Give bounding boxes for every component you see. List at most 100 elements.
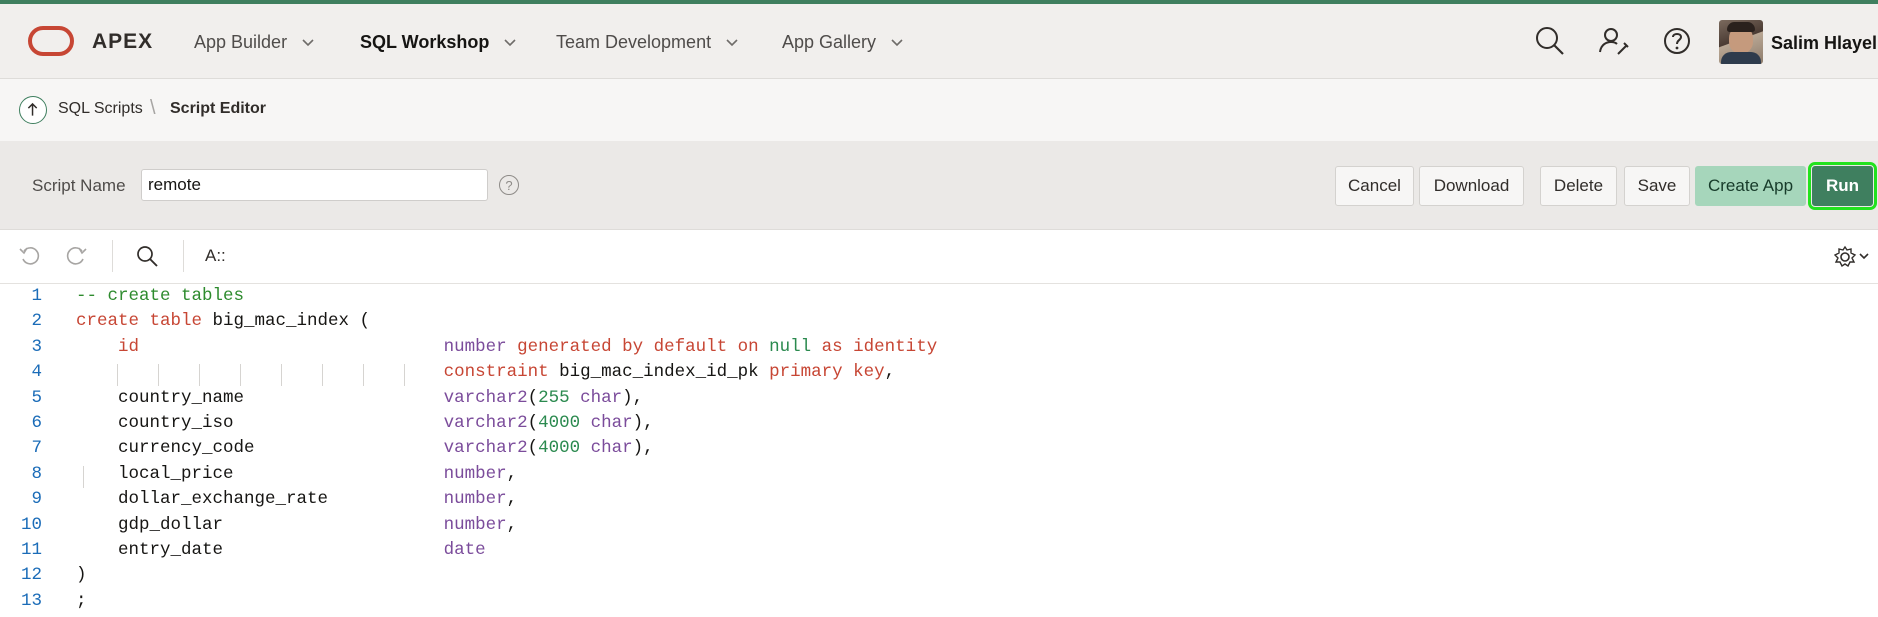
user-name[interactable]: Salim Hlayel: [1771, 33, 1877, 54]
delete-button[interactable]: Delete: [1540, 166, 1617, 206]
code-token: as identity: [811, 336, 938, 357]
code-line: country_iso varchar2(4000 char),: [76, 413, 654, 433]
code-token: number: [443, 489, 507, 510]
code-line: create table big_mac_index (: [76, 311, 370, 331]
breadcrumb-current: Script Editor: [170, 100, 267, 117]
code-token: id: [118, 336, 140, 357]
script-name-label: Script Name: [32, 176, 126, 195]
code-token: number: [443, 514, 507, 535]
help-icon[interactable]: [1660, 24, 1694, 58]
code-token: varchar2: [443, 438, 528, 459]
line-number: 7: [31, 438, 42, 459]
code-token: currency_code: [76, 438, 444, 459]
code-token: big_mac_index (: [202, 311, 371, 332]
code-token: varchar2: [443, 387, 528, 408]
admin-user-icon[interactable]: [1597, 24, 1631, 58]
code-token: date: [443, 540, 486, 560]
code-token: (: [527, 387, 539, 408]
indent-guide: [240, 364, 241, 387]
line-number: 3: [31, 336, 42, 357]
code-line: id number generated by default on null a…: [76, 337, 937, 357]
indent-guide: [117, 364, 118, 387]
code-token: number: [443, 336, 507, 357]
toolbar-divider: [112, 240, 113, 272]
code-token: ,: [506, 514, 518, 535]
code-line: ): [76, 565, 87, 585]
indent-guide: [199, 364, 200, 387]
undo-icon[interactable]: [18, 244, 42, 268]
apex-brand[interactable]: APEX: [92, 30, 153, 54]
code-token: constraint: [443, 362, 549, 383]
code-token: 4000: [538, 413, 581, 433]
chevron-down-icon: [726, 38, 738, 46]
code-token: gdp_dollar: [76, 514, 444, 535]
run-button[interactable]: Run: [1808, 162, 1877, 210]
oracle-logo[interactable]: [28, 26, 74, 56]
format-code-button[interactable]: A::: [205, 246, 226, 266]
breadcrumb-separator: \: [150, 97, 156, 119]
toolbar-divider: [183, 240, 184, 272]
navigate-up-icon[interactable]: [19, 96, 47, 124]
nav-app-gallery[interactable]: App Gallery: [782, 32, 904, 53]
field-help-icon[interactable]: ?: [499, 175, 519, 195]
nav-app-builder[interactable]: App Builder: [194, 32, 315, 53]
line-number: 8: [31, 463, 42, 484]
download-button[interactable]: Download: [1419, 166, 1524, 206]
code-line: country_name varchar2(255 char),: [76, 388, 643, 408]
nav-team-development[interactable]: Team Development: [556, 32, 739, 53]
nav-label: SQL Workshop: [360, 32, 490, 52]
settings-gear-icon[interactable]: [1834, 245, 1874, 269]
nav-label: Team Development: [556, 32, 712, 52]
code-token: ,: [506, 489, 518, 510]
nav-sql-workshop[interactable]: SQL Workshop: [360, 32, 517, 53]
breadcrumb-sql-scripts[interactable]: SQL Scripts: [58, 100, 143, 118]
nav-label: App Builder: [194, 32, 288, 52]
code-editor[interactable]: 1 2 3 4 5 6 7 8 9 10 11 12 13 -- create tables create …: [0, 284, 1878, 617]
nav-label: App Gallery: [782, 32, 877, 52]
avatar[interactable]: [1719, 20, 1763, 64]
code-token: char: [590, 438, 633, 459]
indent-guide: [83, 465, 84, 488]
code-token: country_iso: [76, 413, 444, 433]
app-header: APEX App Builder SQL Workshop Team Devel…: [0, 4, 1878, 79]
find-icon[interactable]: [135, 244, 159, 268]
line-number: 13: [20, 590, 42, 611]
code-token: ;: [76, 590, 87, 611]
redo-icon[interactable]: [64, 244, 88, 268]
code-token: create table: [76, 311, 203, 332]
code-token: (: [527, 413, 539, 433]
code-token: primary key: [769, 362, 885, 383]
code-line: entry_date date: [76, 540, 486, 560]
search-icon[interactable]: [1533, 24, 1567, 58]
code-token: number: [443, 463, 507, 484]
indent-guide: [363, 364, 364, 387]
line-number: 4: [31, 362, 42, 383]
code-token: ,: [884, 362, 896, 383]
indent-guide: [322, 364, 323, 387]
code-token: ),: [632, 438, 654, 459]
create-app-button[interactable]: Create App: [1695, 166, 1806, 206]
editor-toolbar: A::: [0, 230, 1878, 284]
code-token: generated by default on: [506, 336, 770, 357]
code-token: varchar2: [443, 413, 528, 433]
code-token: ): [76, 565, 87, 586]
chevron-down-icon: [891, 38, 903, 46]
code-token: country_name: [76, 387, 444, 408]
code-line: ;: [76, 591, 87, 611]
chevron-down-icon: [302, 38, 314, 46]
code-token: dollar_exchange_rate: [76, 489, 444, 510]
indent-guide: [158, 364, 159, 387]
cancel-button[interactable]: Cancel: [1335, 166, 1414, 206]
line-number: 2: [31, 311, 42, 332]
code-token: null: [769, 336, 812, 357]
script-toolbar: Script Name ? Cancel Download Delete Sav…: [0, 141, 1878, 230]
code-token: 4000: [538, 438, 581, 459]
script-name-input[interactable]: [141, 169, 488, 201]
chevron-down-icon: [504, 38, 516, 46]
save-button[interactable]: Save: [1624, 166, 1690, 206]
